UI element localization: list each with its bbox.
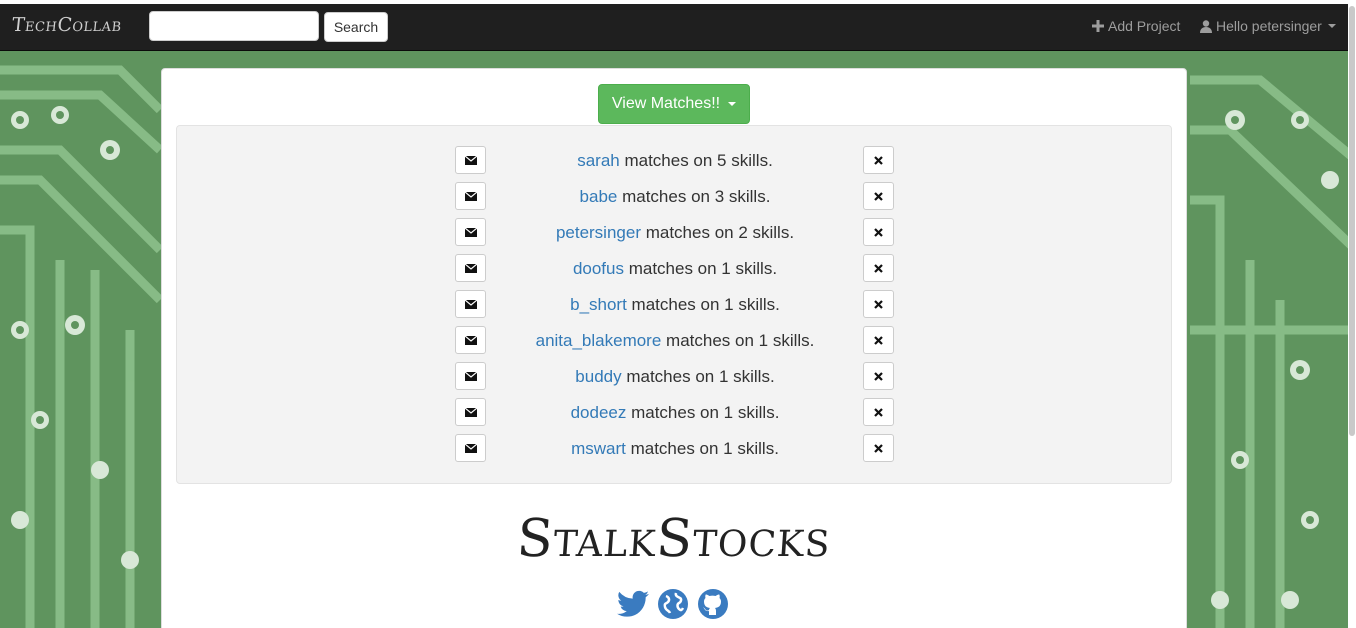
close-icon	[874, 263, 883, 273]
close-icon	[874, 227, 883, 237]
remove-button[interactable]	[863, 254, 894, 282]
match-text: b_short matches on 1 skills.	[495, 295, 855, 315]
matches-list: sarah matches on 5 skills. babe matches o…	[176, 125, 1172, 484]
message-button[interactable]	[455, 398, 486, 426]
social-links	[616, 587, 730, 621]
match-text: babe matches on 3 skills.	[495, 187, 855, 207]
envelope-icon	[464, 155, 477, 165]
envelope-icon	[464, 263, 477, 273]
match-user-link[interactable]: dodeez	[571, 403, 627, 422]
match-description: matches on 1 skills.	[623, 259, 778, 278]
match-description: matches on 1 skills.	[625, 439, 779, 458]
match-user-link[interactable]: b_short	[570, 295, 627, 314]
remove-button[interactable]	[863, 434, 894, 462]
main-panel: View Matches!! sarah matches on 5 skills…	[161, 68, 1187, 628]
match-row: mswart matches on 1 skills.	[177, 434, 1173, 466]
message-button[interactable]	[455, 254, 486, 282]
match-text: anita_blakemore matches on 1 skills.	[495, 331, 855, 351]
match-description: matches on 1 skills.	[626, 295, 780, 314]
envelope-icon	[464, 407, 477, 417]
match-description: matches on 1 skills.	[621, 367, 775, 386]
match-user-link[interactable]: doofus	[573, 259, 624, 278]
search-button[interactable]: Search	[324, 12, 388, 42]
match-row: buddy matches on 1 skills.	[177, 362, 1173, 394]
envelope-icon	[464, 191, 477, 201]
footer-logo: StalkStocks	[515, 509, 833, 569]
message-button[interactable]	[455, 326, 486, 354]
add-project-label: Add Project	[1108, 18, 1181, 34]
message-button[interactable]	[455, 218, 486, 246]
envelope-icon	[464, 227, 477, 237]
match-row: anita_blakemore matches on 1 skills.	[177, 326, 1173, 358]
match-row: babe matches on 3 skills.	[177, 182, 1173, 214]
close-icon	[874, 407, 883, 417]
envelope-icon	[464, 443, 477, 453]
match-user-link[interactable]: babe	[580, 187, 618, 206]
message-button[interactable]	[455, 182, 486, 210]
match-row: doofus matches on 1 skills.	[177, 254, 1173, 286]
navbar: TechCollab Search Add Project Hello pete…	[0, 4, 1348, 51]
match-text: dodeez matches on 1 skills.	[495, 403, 855, 423]
message-button[interactable]	[455, 362, 486, 390]
close-icon	[874, 191, 883, 201]
remove-button[interactable]	[863, 146, 894, 174]
match-user-link[interactable]: buddy	[575, 367, 621, 386]
twitter-icon[interactable]	[616, 587, 650, 621]
match-description: matches on 5 skills.	[619, 151, 773, 170]
match-text: sarah matches on 5 skills.	[495, 151, 855, 171]
search-input[interactable]	[149, 11, 319, 41]
match-description: matches on 3 skills.	[617, 187, 771, 206]
match-row: petersinger matches on 2 skills.	[177, 218, 1173, 250]
match-user-link[interactable]: anita_blakemore	[536, 331, 662, 350]
close-icon	[874, 155, 883, 165]
remove-button[interactable]	[863, 362, 894, 390]
close-icon	[874, 299, 883, 309]
match-text: doofus matches on 1 skills.	[495, 259, 855, 279]
match-description: matches on 1 skills.	[661, 331, 815, 350]
chevron-down-icon	[728, 102, 737, 106]
match-text: petersinger matches on 2 skills.	[495, 223, 855, 243]
match-row: sarah matches on 5 skills.	[177, 146, 1173, 178]
match-row: dodeez matches on 1 skills.	[177, 398, 1173, 430]
user-icon	[1200, 19, 1212, 33]
remove-button[interactable]	[863, 218, 894, 246]
top-edge	[0, 0, 1356, 4]
view-matches-button[interactable]: View Matches!!	[598, 84, 750, 124]
github-icon[interactable]	[696, 587, 730, 621]
close-icon	[874, 335, 883, 345]
view-matches-label: View Matches!!	[611, 95, 721, 112]
envelope-icon	[464, 335, 477, 345]
match-user-link[interactable]: mswart	[571, 439, 626, 458]
scrollbar[interactable]	[1348, 0, 1356, 628]
user-menu[interactable]: Hello petersinger	[1200, 18, 1336, 34]
add-project-link[interactable]: Add Project	[1092, 18, 1180, 34]
brand-logo[interactable]: TechCollab	[11, 14, 123, 36]
match-text: mswart matches on 1 skills.	[495, 439, 855, 459]
plus-icon	[1092, 20, 1104, 32]
globe-icon[interactable]	[656, 587, 690, 621]
close-icon	[874, 443, 883, 453]
match-user-link[interactable]: sarah	[577, 151, 620, 170]
remove-button[interactable]	[863, 398, 894, 426]
match-text: buddy matches on 1 skills.	[495, 367, 855, 387]
match-description: matches on 2 skills.	[641, 223, 795, 242]
user-greeting: Hello petersinger	[1216, 18, 1322, 34]
match-row: b_short matches on 1 skills.	[177, 290, 1173, 322]
close-icon	[874, 371, 883, 381]
envelope-icon	[464, 299, 477, 309]
match-description: matches on 1 skills.	[626, 403, 780, 422]
scrollbar-thumb[interactable]	[1349, 6, 1355, 436]
message-button[interactable]	[455, 146, 486, 174]
message-button[interactable]	[455, 290, 486, 318]
match-user-link[interactable]: petersinger	[556, 223, 641, 242]
remove-button[interactable]	[863, 290, 894, 318]
envelope-icon	[464, 371, 477, 381]
remove-button[interactable]	[863, 182, 894, 210]
message-button[interactable]	[455, 434, 486, 462]
chevron-down-icon	[1327, 24, 1336, 28]
remove-button[interactable]	[863, 326, 894, 354]
